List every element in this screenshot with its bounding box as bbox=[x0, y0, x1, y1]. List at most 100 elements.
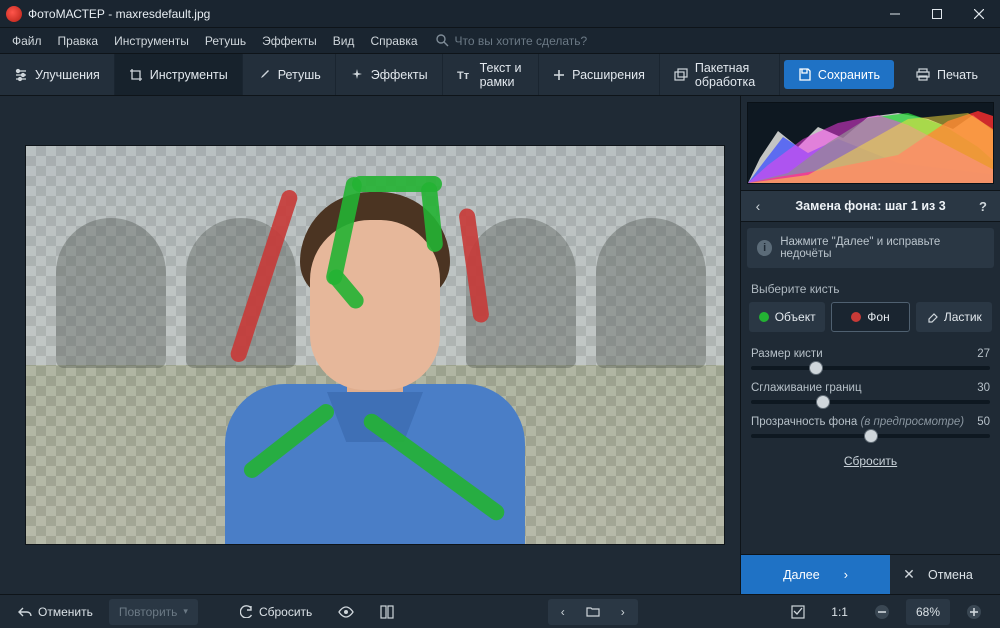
panel-hint-text: Нажмите "Далее" и исправьте недочёты bbox=[780, 236, 984, 260]
slider-note: (в предпросмотре) bbox=[861, 416, 965, 428]
compare-button[interactable] bbox=[370, 599, 404, 625]
save-button[interactable]: Сохранить bbox=[784, 60, 894, 89]
fit-icon bbox=[791, 605, 805, 619]
minus-circle-icon bbox=[874, 604, 890, 620]
tab-label: Ретушь bbox=[278, 68, 321, 82]
zoom-actual-button[interactable]: 1:1 bbox=[821, 599, 858, 625]
file-nav-cluster: ‹ › bbox=[548, 599, 638, 625]
fit-screen-button[interactable] bbox=[781, 599, 815, 625]
tab-effects[interactable]: Эффекты bbox=[336, 54, 443, 95]
open-folder-button[interactable] bbox=[578, 606, 608, 617]
slider-label: Размер кисти bbox=[751, 348, 823, 360]
slider-edge-smoothing[interactable]: Сглаживание границ 30 bbox=[741, 376, 1000, 410]
compare-icon bbox=[380, 605, 394, 619]
tab-label: Текст и рамки bbox=[480, 61, 525, 89]
image-canvas[interactable] bbox=[25, 145, 725, 545]
brush-label: Фон bbox=[867, 310, 889, 324]
brush-object-icon bbox=[759, 312, 769, 322]
panel-hint: i Нажмите "Далее" и исправьте недочёты bbox=[747, 228, 994, 268]
redo-button[interactable]: Повторить ▾ bbox=[109, 599, 198, 625]
brush-label: Объект bbox=[775, 310, 816, 324]
tab-extensions[interactable]: Расширения bbox=[539, 54, 660, 95]
save-icon bbox=[798, 68, 811, 81]
svg-text:Tт: Tт bbox=[457, 70, 470, 82]
chevron-right-icon: › bbox=[844, 568, 848, 582]
tab-tools[interactable]: Инструменты bbox=[115, 54, 243, 95]
slider-value: 30 bbox=[977, 382, 990, 394]
zoom-out-button[interactable] bbox=[864, 599, 900, 625]
print-button[interactable]: Печать bbox=[902, 60, 992, 89]
slider-value: 50 bbox=[977, 416, 990, 428]
zoom-in-button[interactable] bbox=[956, 599, 992, 625]
zoom-level-display[interactable]: 68% bbox=[906, 599, 950, 625]
brush-background-icon bbox=[851, 312, 861, 322]
next-button[interactable]: Далее › bbox=[741, 555, 890, 594]
brush-object-button[interactable]: Объект bbox=[749, 302, 825, 332]
tab-retouch[interactable]: Ретушь bbox=[243, 54, 336, 95]
preview-toggle-button[interactable] bbox=[328, 599, 364, 625]
tab-label: Эффекты bbox=[371, 68, 428, 82]
menu-retouch[interactable]: Ретушь bbox=[197, 28, 254, 53]
tool-tab-bar: Улучшения Инструменты Ретушь Эффекты Tт … bbox=[0, 54, 1000, 96]
redo-label: Повторить bbox=[119, 605, 178, 619]
tab-label: Расширения bbox=[572, 68, 645, 82]
brush-section-label: Выберите кисть bbox=[741, 274, 1000, 300]
search-icon bbox=[436, 34, 449, 47]
save-label: Сохранить bbox=[818, 68, 880, 82]
window-close-button[interactable] bbox=[958, 0, 1000, 28]
menu-effects[interactable]: Эффекты bbox=[254, 28, 325, 53]
side-panel: ‹ Замена фона: шаг 1 из 3 ? i Нажмите "Д… bbox=[740, 96, 1000, 594]
menu-bar: Файл Правка Инструменты Ретушь Эффекты В… bbox=[0, 28, 1000, 54]
brush-eraser-button[interactable]: Ластик bbox=[916, 302, 992, 332]
window-title: ФотоМАСТЕР - maxresdefault.jpg bbox=[28, 7, 210, 21]
tab-batch[interactable]: Пакетная обработка bbox=[660, 54, 780, 95]
prev-file-button[interactable]: ‹ bbox=[548, 605, 578, 619]
panel-back-button[interactable]: ‹ bbox=[749, 198, 767, 214]
histogram[interactable] bbox=[747, 102, 994, 184]
crop-icon bbox=[129, 68, 143, 82]
slider-brush-size[interactable]: Размер кисти 27 bbox=[741, 342, 1000, 376]
plus-circle-icon bbox=[966, 604, 982, 620]
tab-label: Инструменты bbox=[150, 68, 228, 82]
panel-help-button[interactable]: ? bbox=[974, 199, 992, 214]
title-bar: ФотоМАСТЕР - maxresdefault.jpg bbox=[0, 0, 1000, 28]
menu-file[interactable]: Файл bbox=[4, 28, 50, 53]
brush-label: Ластик bbox=[944, 310, 982, 324]
sliders-icon bbox=[14, 68, 28, 82]
window-minimize-button[interactable] bbox=[874, 0, 916, 28]
window-maximize-button[interactable] bbox=[916, 0, 958, 28]
menu-edit[interactable]: Правка bbox=[50, 28, 107, 53]
plus-icon bbox=[553, 69, 565, 81]
tab-label: Пакетная обработка bbox=[695, 61, 765, 89]
tab-enhance[interactable]: Улучшения bbox=[0, 54, 115, 95]
slider-value: 27 bbox=[977, 348, 990, 360]
cancel-close-button[interactable]: ✕ bbox=[890, 566, 928, 583]
sparkle-icon bbox=[350, 68, 364, 82]
text-icon: Tт bbox=[457, 68, 473, 82]
brush-background-button[interactable]: Фон bbox=[831, 302, 909, 332]
menu-view[interactable]: Вид bbox=[325, 28, 363, 53]
undo-button[interactable]: Отменить bbox=[8, 599, 103, 625]
eraser-icon bbox=[926, 311, 938, 323]
panel-header: ‹ Замена фона: шаг 1 из 3 ? bbox=[741, 190, 1000, 222]
chevron-down-icon: ▾ bbox=[183, 606, 188, 617]
menu-help[interactable]: Справка bbox=[362, 28, 425, 53]
slider-label: Прозрачность фона bbox=[751, 416, 857, 428]
menu-tools[interactable]: Инструменты bbox=[106, 28, 197, 53]
cancel-button[interactable]: Отмена bbox=[928, 568, 973, 582]
panel-reset-link[interactable]: Сбросить bbox=[741, 444, 1000, 478]
slider-label: Сглаживание границ bbox=[751, 382, 862, 394]
panel-title-text: Замена фона: шаг 1 из 3 bbox=[767, 199, 974, 213]
print-label: Печать bbox=[937, 68, 978, 82]
reset-icon bbox=[240, 605, 253, 618]
search-input[interactable] bbox=[455, 34, 655, 48]
batch-icon bbox=[674, 68, 688, 82]
print-icon bbox=[916, 68, 930, 81]
reset-button[interactable]: Сбросить bbox=[230, 599, 322, 625]
info-icon: i bbox=[757, 240, 772, 256]
slider-bg-opacity[interactable]: Прозрачность фона (в предпросмотре) 50 bbox=[741, 410, 1000, 444]
app-logo-icon bbox=[6, 6, 22, 22]
next-file-button[interactable]: › bbox=[608, 605, 638, 619]
reset-label: Сбросить bbox=[259, 605, 312, 619]
tab-text-frames[interactable]: Tт Текст и рамки bbox=[443, 54, 540, 95]
